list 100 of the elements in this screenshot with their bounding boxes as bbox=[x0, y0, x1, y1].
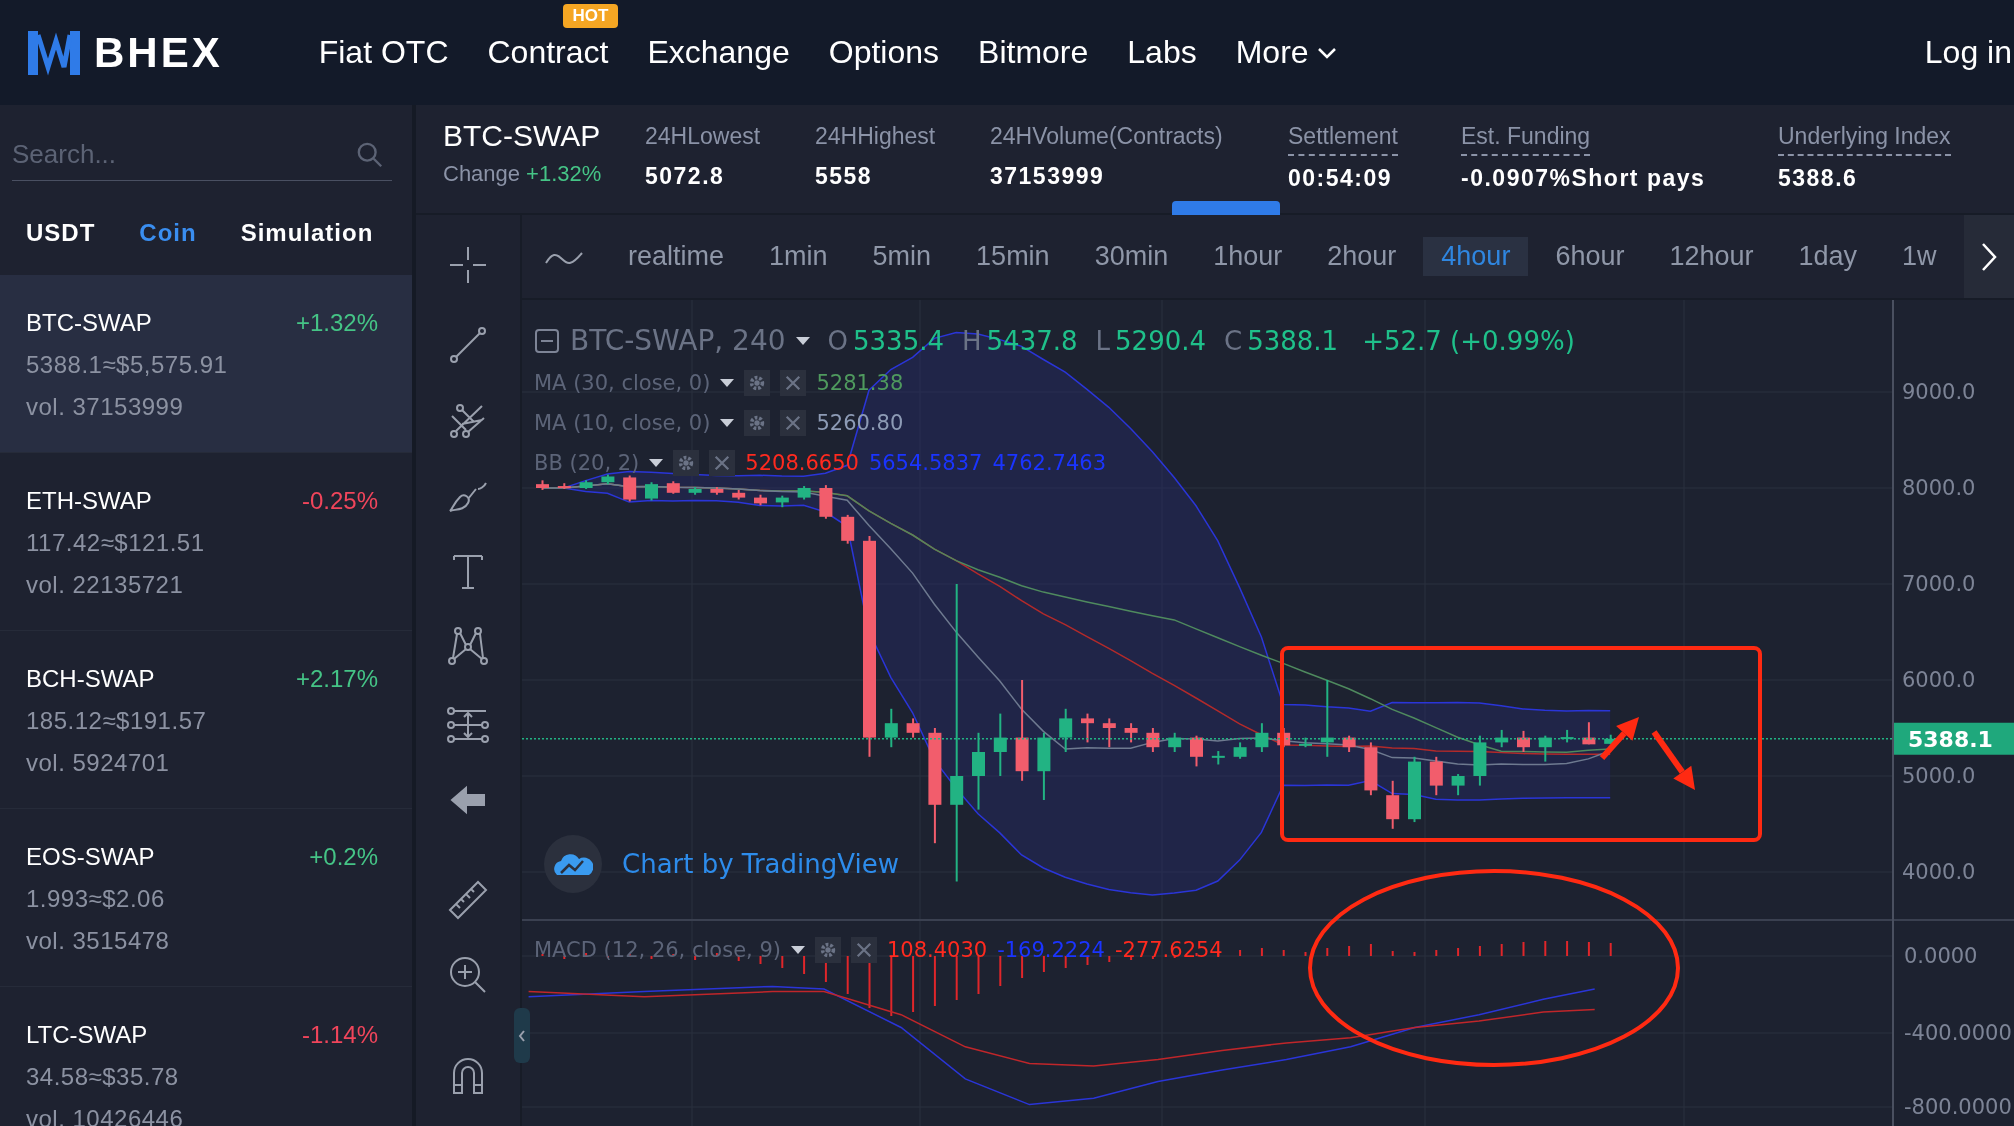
timeframe-tab[interactable]: 1min bbox=[751, 237, 846, 276]
candle bbox=[1211, 750, 1225, 766]
stat-value: -0.0907%Short pays bbox=[1461, 165, 1707, 192]
market-item[interactable]: BTC-SWAP +1.32% 5388.1≈$5,575.91 vol. 37153999 bbox=[0, 275, 412, 453]
candle bbox=[1277, 727, 1291, 749]
cloud-icon bbox=[553, 851, 593, 877]
nav-link[interactable]: Contract bbox=[487, 34, 609, 71]
candle bbox=[1560, 728, 1574, 744]
candle bbox=[645, 481, 658, 502]
caret-icon[interactable] bbox=[649, 459, 664, 467]
market-price: 117.42≈$121.51 bbox=[26, 529, 206, 557]
remove-button[interactable] bbox=[780, 370, 807, 396]
market-symbol: LTC-SWAP bbox=[26, 1021, 148, 1049]
candle bbox=[1081, 712, 1094, 744]
ohlc-label: O bbox=[827, 325, 848, 356]
axis-label: 4000.0 bbox=[1902, 860, 1976, 884]
candle bbox=[1582, 721, 1596, 746]
nav-link[interactable]: Labs bbox=[1127, 34, 1197, 71]
market-volume: vol. 22135721 bbox=[26, 571, 185, 599]
settings-button[interactable] bbox=[814, 937, 841, 963]
axis-label: 0.0000 bbox=[1904, 944, 1978, 968]
market-change: -1.14% bbox=[301, 1021, 378, 1049]
stat-label: Underlying Index bbox=[1778, 123, 1951, 156]
candle bbox=[1233, 741, 1247, 760]
close-icon bbox=[854, 941, 873, 959]
chart-title: BTC-SWAP, 240 bbox=[570, 324, 786, 357]
gear-icon bbox=[677, 454, 696, 472]
ohlc-label: L bbox=[1095, 325, 1111, 356]
nav-link[interactable]: Exchange bbox=[647, 34, 790, 71]
remove-button[interactable] bbox=[850, 937, 877, 963]
candle bbox=[775, 494, 789, 509]
market-item[interactable]: BCH-SWAP +2.17% 185.12≈$191.57 vol. 5924701 bbox=[0, 631, 412, 809]
market-item[interactable]: ETH-SWAP -0.25% 117.42≈$121.51 vol. 22135721 bbox=[0, 453, 412, 631]
chevron-left-icon bbox=[518, 1028, 526, 1043]
market-tab[interactable]: USDT bbox=[26, 218, 96, 247]
candle bbox=[623, 474, 637, 503]
timeframe-tab[interactable]: 1day bbox=[1780, 237, 1876, 276]
candle bbox=[1124, 722, 1138, 744]
timeframe-tab[interactable]: 6hour bbox=[1537, 237, 1643, 276]
candle bbox=[688, 486, 702, 496]
timeframe-tab[interactable]: 12hour bbox=[1651, 237, 1772, 276]
market-volume: vol. 3515478 bbox=[26, 927, 171, 955]
next-button[interactable] bbox=[1964, 215, 2014, 298]
market-tab[interactable]: Simulation bbox=[240, 218, 374, 247]
caret-icon[interactable] bbox=[790, 946, 805, 954]
market-symbol: EOS-SWAP bbox=[26, 843, 155, 871]
remove-button[interactable] bbox=[709, 450, 736, 476]
nav-link[interactable]: More bbox=[1235, 34, 1337, 71]
market-price: 185.12≈$191.57 bbox=[26, 707, 208, 735]
nav-link[interactable]: Fiat OTC bbox=[318, 34, 449, 71]
stat-value: 37153999 bbox=[990, 163, 1106, 190]
indicator-name: BB (20, 2) bbox=[534, 451, 640, 475]
settings-button[interactable] bbox=[673, 450, 700, 476]
login-link[interactable]: Log in bbox=[1924, 34, 2012, 71]
candle bbox=[797, 485, 811, 501]
candle bbox=[1473, 734, 1487, 787]
indicator-value: -277.6254 bbox=[1114, 938, 1223, 962]
candle bbox=[1451, 773, 1465, 797]
candle bbox=[1102, 717, 1116, 749]
axis-label: 5000.0 bbox=[1902, 764, 1976, 788]
search-field[interactable]: Search... bbox=[12, 128, 392, 181]
collapse-icon[interactable] bbox=[534, 327, 560, 354]
candle bbox=[1146, 727, 1160, 753]
market-change: +1.32% bbox=[295, 309, 378, 337]
price-change: +52.7 (+0.99%) bbox=[1362, 325, 1575, 356]
caret-icon[interactable] bbox=[720, 419, 735, 427]
settings-button[interactable] bbox=[744, 370, 771, 396]
nav-link[interactable]: Bitmore bbox=[978, 34, 1089, 71]
timeframe-tab[interactable]: 30min bbox=[1076, 237, 1187, 276]
attribution-link[interactable]: Chart by TradingView bbox=[622, 849, 899, 879]
timeframe-tab[interactable]: 1w bbox=[1884, 237, 1955, 276]
candle bbox=[579, 479, 593, 490]
caret-icon[interactable] bbox=[720, 379, 735, 387]
trend-arrow bbox=[1651, 730, 1695, 790]
axis-label: 8000.0 bbox=[1902, 476, 1976, 500]
candle bbox=[601, 473, 615, 486]
gear-icon bbox=[748, 374, 767, 392]
indicator-value: 5654.5837 bbox=[868, 451, 983, 475]
caret-icon[interactable] bbox=[795, 336, 810, 345]
timeframe-tab[interactable]: realtime bbox=[610, 237, 743, 276]
settings-button[interactable] bbox=[744, 410, 771, 436]
timeframe-tab[interactable]: 2hour bbox=[1309, 237, 1415, 276]
timeframe-tab[interactable]: 15min bbox=[958, 237, 1068, 276]
close-icon bbox=[784, 374, 803, 392]
market-tab[interactable]: Coin bbox=[139, 218, 197, 247]
price-label: 5388.1 bbox=[1894, 722, 2014, 755]
market-symbol: ETH-SWAP bbox=[26, 487, 152, 515]
collapse-handle[interactable] bbox=[514, 1008, 530, 1063]
timeframe-tab[interactable]: 5min bbox=[854, 237, 950, 276]
remove-button[interactable] bbox=[780, 410, 807, 436]
timeframe-tab[interactable]: 1hour bbox=[1195, 237, 1301, 276]
market-change: -0.25% bbox=[301, 487, 378, 515]
candle bbox=[732, 488, 746, 501]
candle bbox=[1495, 728, 1509, 749]
market-item[interactable]: EOS-SWAP +0.2% 1.993≈$2.06 vol. 3515478 bbox=[0, 809, 412, 987]
stat-value: 5388.6 bbox=[1778, 165, 1859, 192]
nav-link[interactable]: Options bbox=[828, 34, 940, 71]
stat-label: 24HVolume(Contracts) bbox=[990, 123, 1223, 151]
ruler-icon[interactable] bbox=[446, 878, 490, 922]
candle bbox=[1190, 734, 1203, 768]
